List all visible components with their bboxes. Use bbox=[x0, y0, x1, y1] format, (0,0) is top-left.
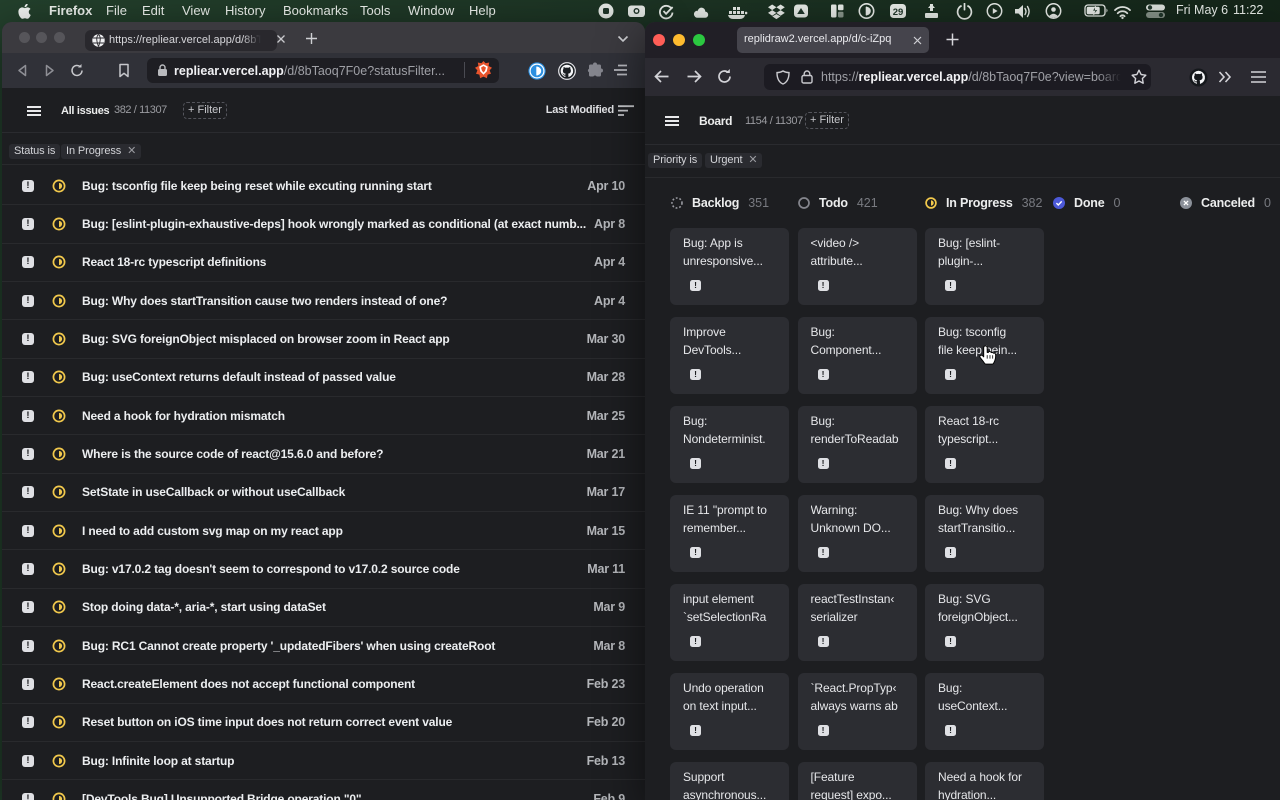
svg-text:29: 29 bbox=[893, 7, 904, 18]
